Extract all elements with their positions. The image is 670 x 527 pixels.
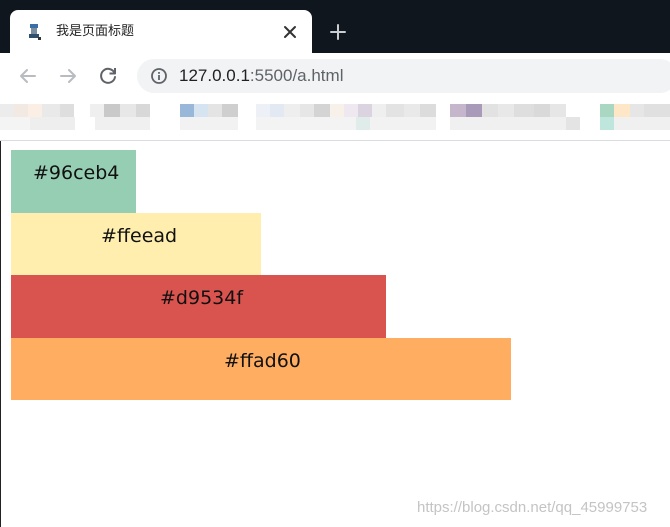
color-box-label: #d9534f	[160, 287, 244, 309]
page-viewport: #96ceb4 #ffeead #d9534f #ffad60 https://…	[0, 141, 670, 527]
color-box-label: #96ceb4	[33, 162, 120, 184]
info-icon[interactable]	[150, 67, 168, 85]
bookmarks-bar	[0, 99, 670, 141]
favicon-icon	[29, 24, 41, 40]
watermark: https://blog.csdn.net/qq_45999753	[417, 499, 648, 516]
back-arrow-icon[interactable]	[16, 64, 40, 88]
color-box: #d9534f	[11, 275, 386, 338]
url-path: :5500/a.html	[249, 66, 344, 85]
color-box: #ffad60	[11, 338, 511, 400]
forward-arrow-icon[interactable]	[56, 64, 80, 88]
reload-icon[interactable]	[96, 64, 120, 88]
browser-tab[interactable]: 我是页面标题	[10, 10, 312, 53]
tab-strip: 我是页面标题	[0, 0, 670, 53]
color-box-label: #ffeead	[101, 225, 178, 247]
color-box-label: #ffad60	[224, 350, 301, 372]
color-box: #ffeead	[11, 213, 261, 276]
tab-title: 我是页面标题	[56, 24, 135, 39]
url-host: 127.0.0.1	[179, 66, 250, 85]
address-bar[interactable]: 127.0.0.1:5500/a.html	[137, 59, 670, 93]
close-icon[interactable]	[280, 22, 300, 42]
plus-icon[interactable]	[328, 22, 348, 42]
url-text[interactable]: 127.0.0.1:5500/a.html	[179, 66, 343, 86]
color-box: #96ceb4	[11, 150, 136, 213]
browser-toolbar: 127.0.0.1:5500/a.html	[0, 53, 670, 99]
